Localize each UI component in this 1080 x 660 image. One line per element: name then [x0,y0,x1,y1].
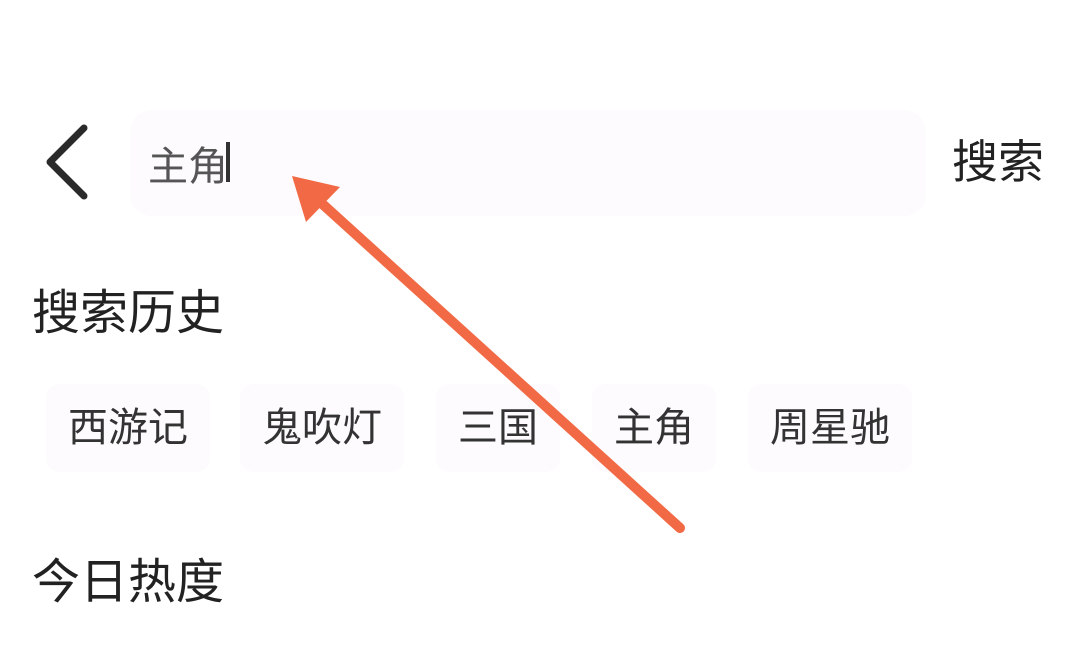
search-history-title: 搜索历史 [32,285,225,341]
history-item-zhouxingchi[interactable]: 周星驰 [748,384,912,472]
history-item-zhujue[interactable]: 主角 [592,384,716,472]
search-button[interactable]: 搜索 [952,130,1044,194]
history-item-guichuideng[interactable]: 鬼吹灯 [240,384,404,472]
search-input[interactable] [148,133,926,193]
search-box[interactable] [130,110,926,216]
back-button[interactable] [38,118,98,208]
history-item-sanguo[interactable]: 三国 [436,384,560,472]
chevron-left-icon [46,124,88,200]
text-cursor [226,142,230,182]
today-hot-title: 今日热度 [32,554,225,610]
history-item-xiyouji[interactable]: 西游记 [46,384,210,472]
